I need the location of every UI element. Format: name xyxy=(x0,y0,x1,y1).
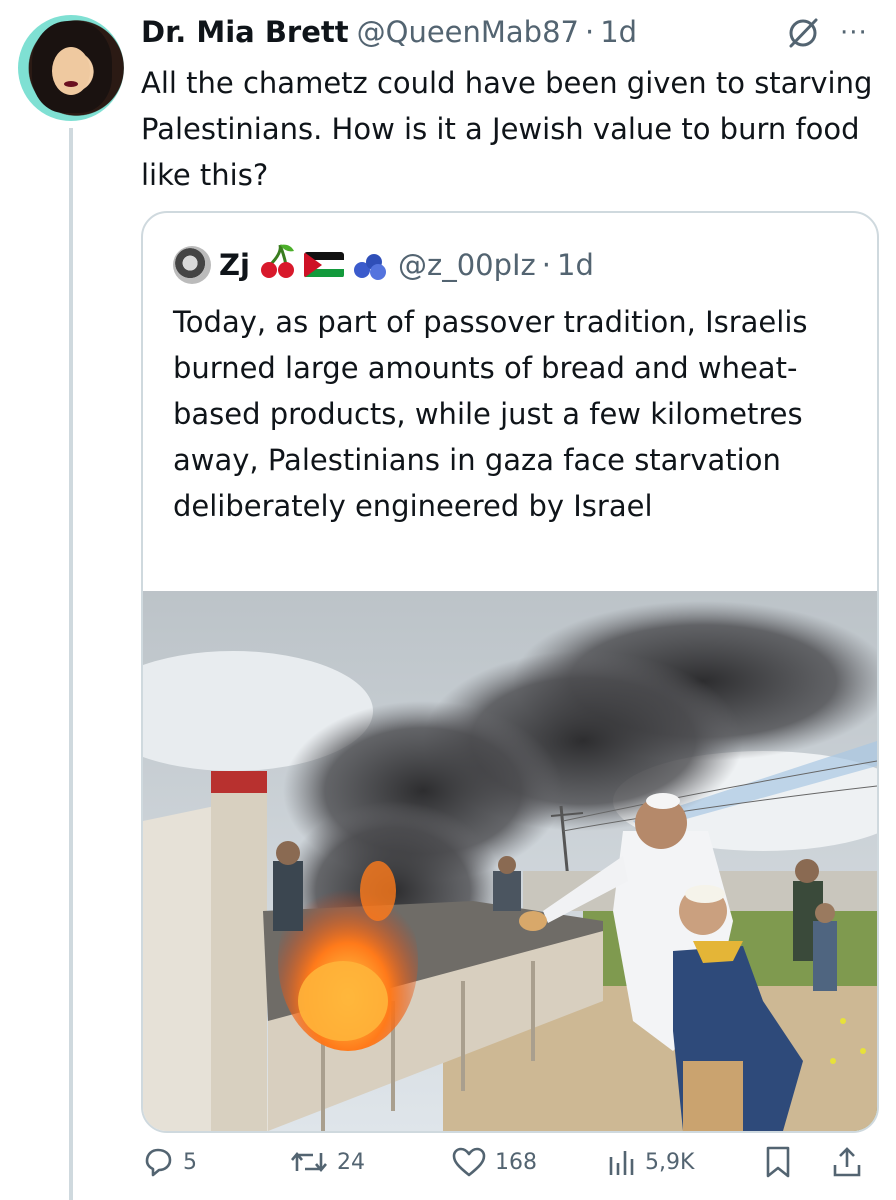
repost-button[interactable]: 24 xyxy=(289,1145,365,1179)
like-count: 168 xyxy=(495,1149,537,1175)
reply-count: 5 xyxy=(183,1149,197,1175)
reply-button[interactable]: 5 xyxy=(141,1145,197,1179)
tweet-time[interactable]: 1d xyxy=(600,14,637,50)
quoted-author-avatar[interactable] xyxy=(173,245,211,284)
like-button[interactable]: 168 xyxy=(451,1145,537,1179)
bookmark-icon xyxy=(766,1146,790,1178)
blueberry-emoji-icon xyxy=(352,250,388,280)
quoted-tweet[interactable]: Zj @z_00pIz · 1d Today, as part of passo… xyxy=(141,211,879,1133)
heart-icon xyxy=(452,1147,486,1177)
grok-icon[interactable] xyxy=(786,16,820,50)
more-options-icon[interactable]: ··· xyxy=(840,18,868,48)
quoted-author-name[interactable]: Zj xyxy=(219,248,250,282)
repost-icon xyxy=(291,1151,327,1173)
avatar-lips xyxy=(64,81,78,87)
tweet-header: Dr. Mia Brett @QueenMab87 · 1d xyxy=(141,14,637,50)
share-icon xyxy=(833,1147,861,1177)
author-handle[interactable]: @QueenMab87 xyxy=(357,14,579,50)
share-button[interactable] xyxy=(831,1145,871,1179)
thread-line xyxy=(69,128,73,1200)
repost-count: 24 xyxy=(337,1149,365,1175)
views-count: 5,9K xyxy=(645,1149,695,1175)
separator-dot: · xyxy=(585,15,595,49)
quoted-tweet-text: Today, as part of passover tradition, Is… xyxy=(173,305,808,523)
cherry-emoji-icon xyxy=(258,243,298,286)
tweet-text: All the chametz could have been given to… xyxy=(141,66,873,192)
quoted-tweet-header: Zj @z_00pIz · 1d xyxy=(173,243,594,286)
avatar-face xyxy=(52,47,90,95)
tweet-actions: 5 24 168 5,9K xyxy=(141,1145,881,1191)
views-button[interactable]: 5,9K xyxy=(607,1145,694,1179)
views-icon xyxy=(609,1151,634,1175)
quoted-tweet-photo[interactable] xyxy=(143,591,877,1131)
palestine-flag-icon xyxy=(303,251,344,278)
quoted-tweet-time[interactable]: 1d xyxy=(557,248,594,282)
quoted-separator-dot: · xyxy=(541,247,551,282)
bookmark-button[interactable] xyxy=(763,1145,801,1179)
quoted-author-handle[interactable]: @z_00pIz xyxy=(398,248,536,282)
author-avatar[interactable] xyxy=(18,15,124,121)
reply-icon xyxy=(145,1148,172,1177)
author-name[interactable]: Dr. Mia Brett xyxy=(141,14,349,50)
